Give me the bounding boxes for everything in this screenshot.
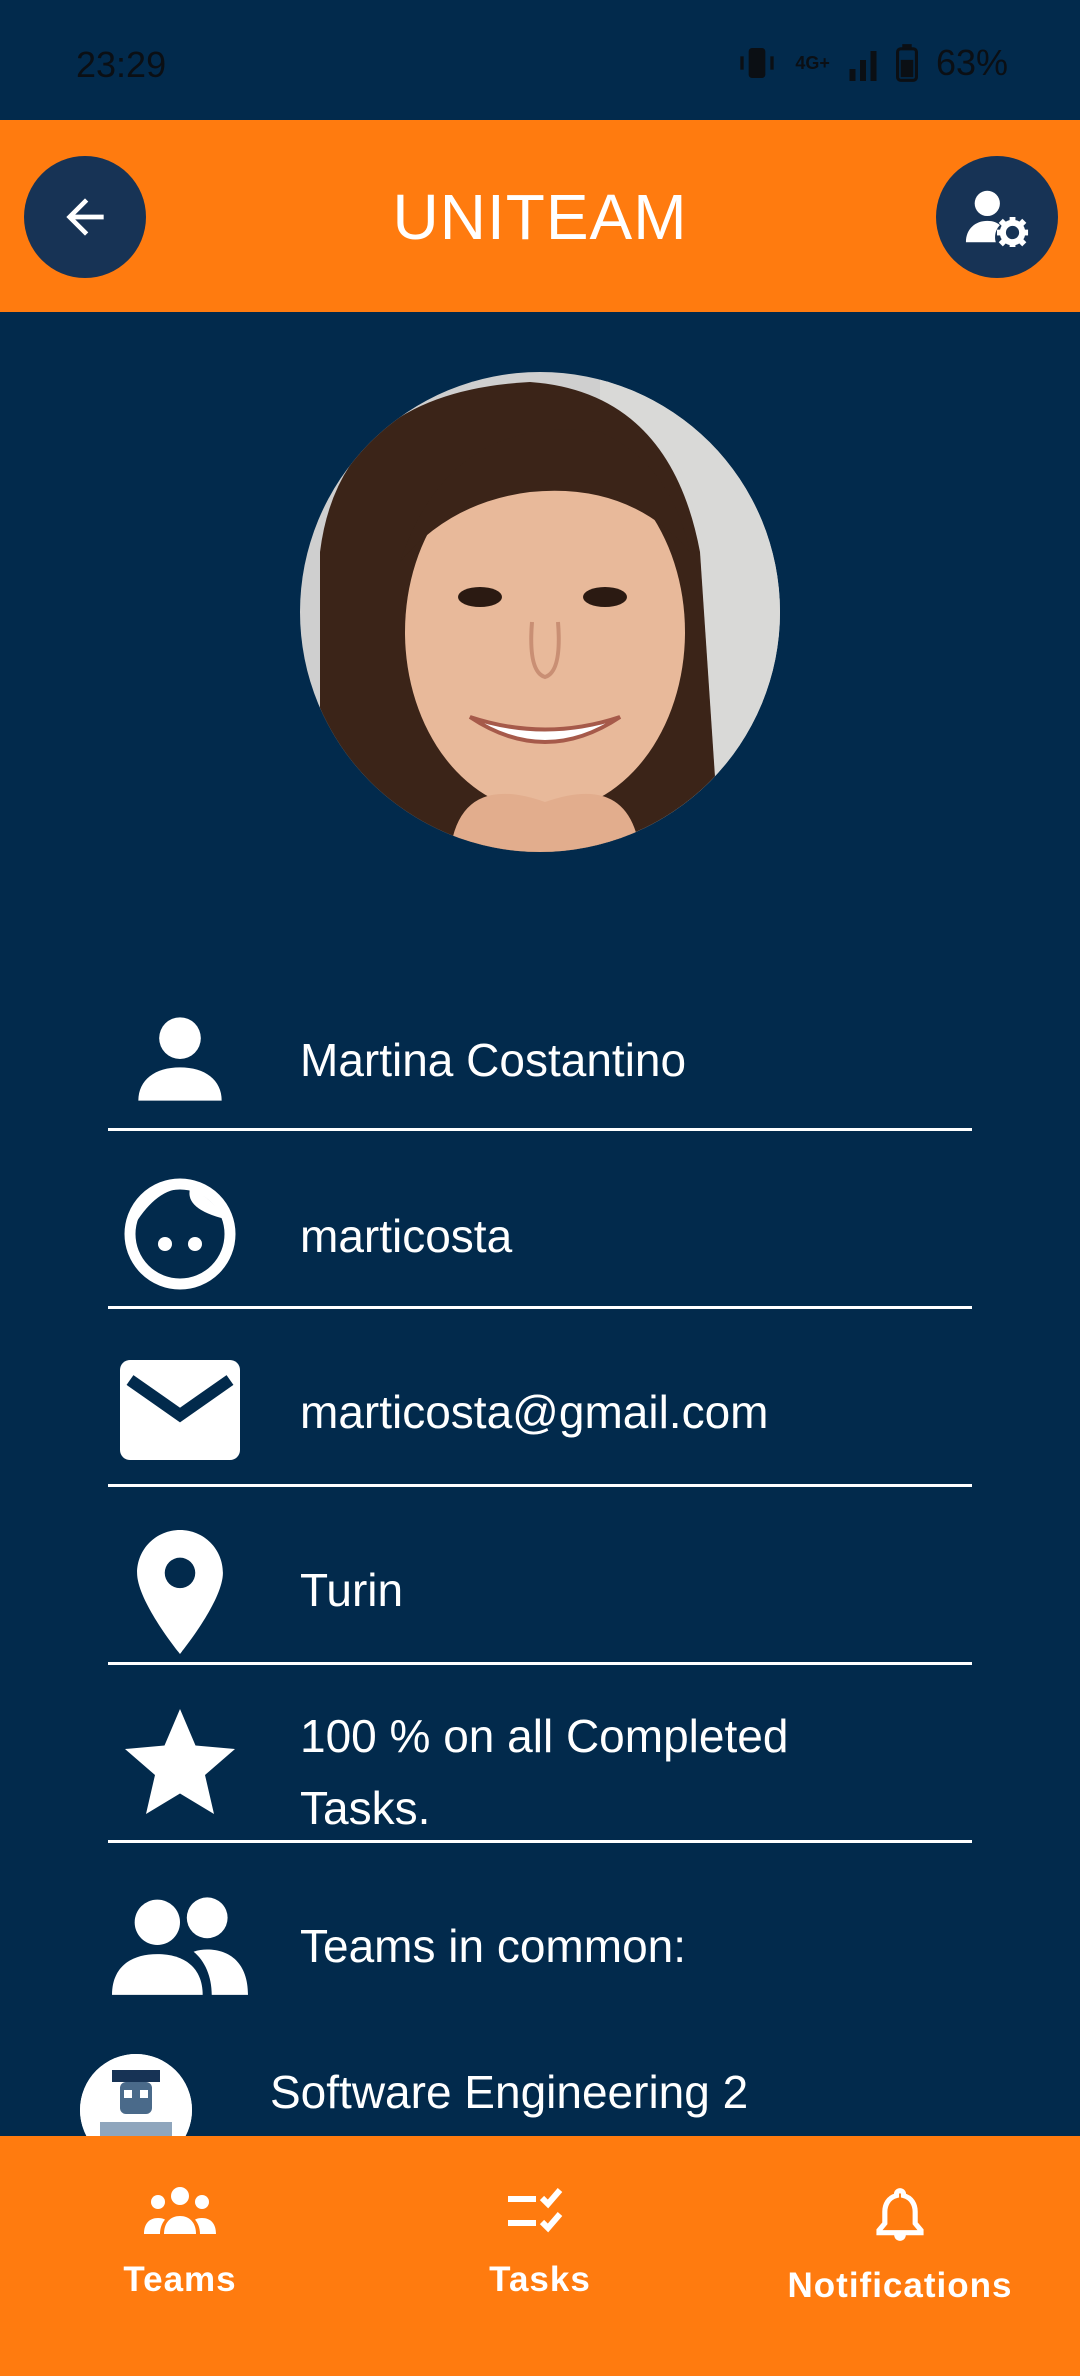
face-icon: [108, 1174, 252, 1294]
person-icon: [108, 1004, 252, 1114]
teams-icon: [144, 2187, 216, 2234]
status-bar: 23:29 4G+ 63%: [0, 0, 1080, 120]
info-row-name: Martina Costantino: [108, 996, 972, 1131]
nav-teams[interactable]: Teams: [0, 2136, 360, 2376]
info-row-completion: 100 % on all Completed Tasks.: [108, 1664, 972, 1843]
nav-notifications[interactable]: Notifications: [720, 2136, 1080, 2376]
status-icons: 4G+ 63%: [737, 38, 1008, 88]
mail-icon: [108, 1360, 252, 1460]
user-gear-icon: [965, 190, 1029, 247]
app-bar: UNITEAM: [0, 120, 1080, 312]
location-pin-icon: [108, 1530, 252, 1654]
nav-label-notifications: Notifications: [787, 2266, 1013, 2305]
info-row-email: marticosta@gmail.com: [108, 1308, 972, 1487]
nav-label-teams: Teams: [123, 2260, 237, 2299]
teams-in-common-heading: Teams in common:: [300, 1920, 687, 1972]
profile-completion: 100 % on all Completed Tasks.: [300, 1700, 788, 1844]
info-row-username: marticosta: [108, 1130, 972, 1309]
nav-tasks[interactable]: Tasks: [360, 2136, 720, 2376]
info-row-location: Turin: [108, 1486, 972, 1665]
profile-photo: [300, 372, 780, 852]
team-item[interactable]: Software Engineering 2: [80, 2052, 1080, 2166]
tasks-icon: [508, 2188, 563, 2233]
profile-avatar: [300, 372, 780, 852]
battery-icon: [895, 44, 918, 82]
star-icon: [108, 1704, 252, 1824]
network-label: 4G+: [795, 52, 830, 73]
status-time: 23:29: [76, 44, 167, 85]
profile-location: Turin: [300, 1564, 404, 1616]
battery-percent: 63%: [935, 42, 1008, 83]
profile-username: marticosta: [300, 1210, 513, 1262]
signal-icon: [849, 51, 877, 81]
completion-line-1: 100 % on all Completed: [300, 1710, 789, 1762]
bell-icon: [876, 2188, 924, 2241]
team-name: Software Engineering 2: [270, 2066, 749, 2118]
vibrate-icon: [740, 48, 775, 78]
page-title: UNITEAM: [392, 181, 688, 253]
profile-name: Martina Costantino: [300, 1034, 687, 1086]
user-settings-button[interactable]: [936, 156, 1058, 278]
profile-email: marticosta@gmail.com: [300, 1386, 769, 1438]
people-icon: [108, 1890, 252, 2000]
bottom-navigation: Teams Tasks Notifications: [0, 2136, 1080, 2376]
completion-line-2: Tasks.: [300, 1782, 431, 1834]
nav-label-tasks: Tasks: [489, 2260, 591, 2299]
